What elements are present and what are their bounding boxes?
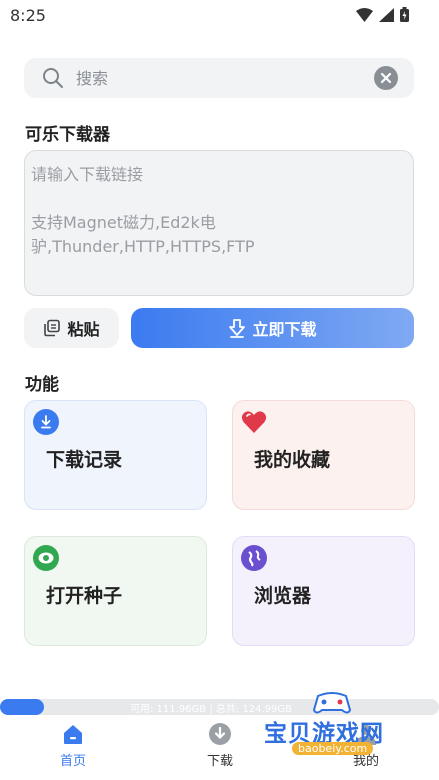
nav-home[interactable]: 首页 (33, 722, 113, 776)
feature-label: 浏览器 (254, 585, 312, 607)
feature-label: 打开种子 (46, 585, 123, 607)
eye-icon (33, 545, 59, 571)
status-bar: 8:25 (0, 0, 439, 30)
watermark-sub: baobeiy.com (292, 742, 374, 755)
globe-icon (241, 545, 267, 571)
download-icon (229, 319, 246, 338)
download-now-label: 立即下载 (252, 320, 317, 339)
gamepad-icon (312, 692, 352, 714)
nav-label: 首页 (59, 754, 86, 769)
watermark-logo: 宝贝游戏网 baobeiy.com (262, 690, 412, 770)
copy-icon (44, 319, 61, 337)
download-icon (33, 409, 59, 435)
downloader-title: 可乐下载器 (25, 125, 110, 145)
wifi-icon (356, 7, 373, 22)
features-title: 功能 (25, 375, 59, 395)
paste-label: 粘贴 (67, 320, 100, 339)
clear-search-button[interactable] (374, 66, 398, 90)
feature-label: 下载记录 (46, 449, 123, 471)
link-input-box[interactable] (24, 150, 414, 296)
feature-card-browser[interactable]: 浏览器 (232, 536, 415, 646)
feature-card-open-torrent[interactable]: 打开种子 (24, 536, 207, 646)
search-icon (43, 68, 63, 88)
feature-card-download-history[interactable]: 下载记录 (24, 400, 207, 510)
link-input[interactable] (31, 163, 407, 289)
search-bar[interactable] (24, 58, 414, 98)
storage-used-fill (0, 699, 44, 715)
search-input[interactable] (76, 66, 376, 90)
nav-download[interactable]: 下载 (180, 722, 260, 776)
status-time: 8:25 (10, 6, 46, 25)
feature-card-favorites[interactable]: 我的收藏 (232, 400, 415, 510)
nav-label: 下载 (206, 754, 233, 769)
download-now-button[interactable]: 立即下载 (131, 308, 414, 348)
signal-icon (379, 7, 394, 22)
feature-label: 我的收藏 (254, 449, 331, 471)
battery-icon (400, 7, 409, 22)
status-icons (356, 7, 409, 22)
home-icon (64, 725, 82, 744)
paste-button[interactable]: 粘贴 (24, 308, 119, 348)
download-circle-icon (209, 723, 231, 745)
heart-icon (241, 409, 267, 435)
close-icon (380, 72, 392, 84)
